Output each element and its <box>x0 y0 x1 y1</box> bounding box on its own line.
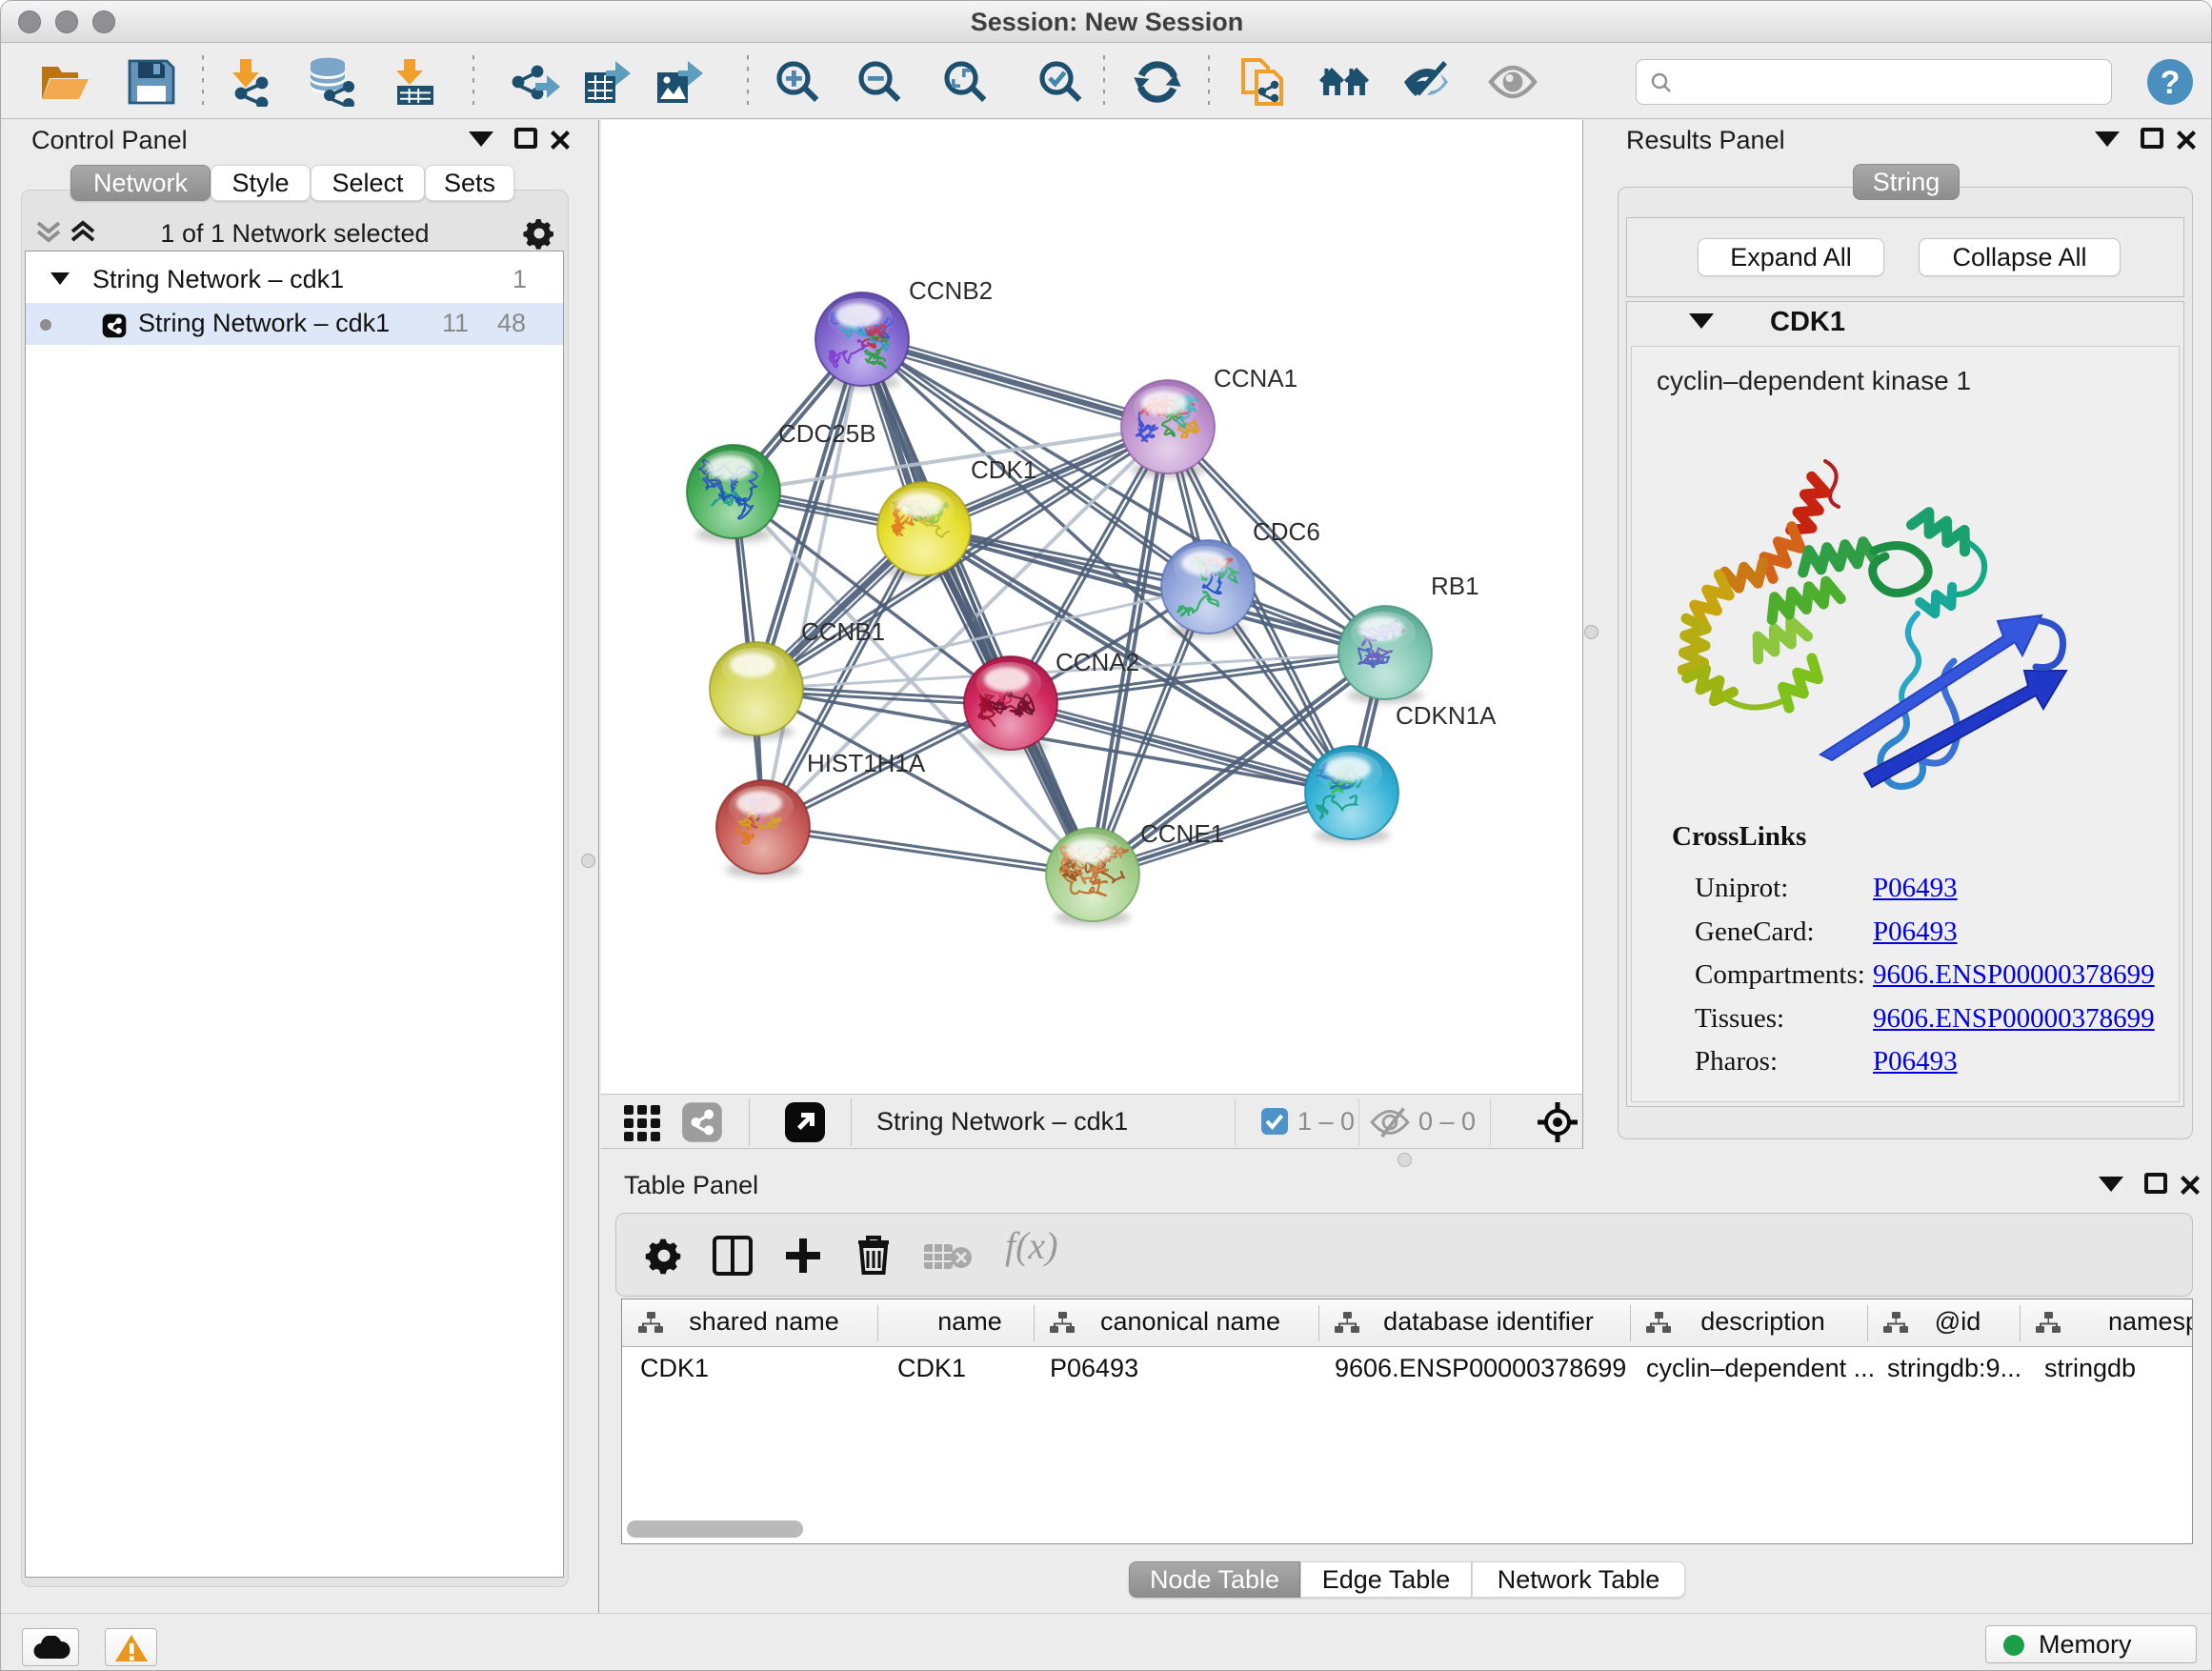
svg-text:RB1: RB1 <box>1431 572 1479 600</box>
svg-text:CDKN1A: CDKN1A <box>1396 701 1497 730</box>
svg-text:CDC25B: CDC25B <box>778 419 876 448</box>
svg-text:CCNB1: CCNB1 <box>801 617 885 646</box>
svg-text:CDK1: CDK1 <box>971 455 1036 484</box>
svg-text:CCNA2: CCNA2 <box>1056 648 1139 676</box>
svg-text:CCNA1: CCNA1 <box>1214 364 1297 393</box>
svg-text:CCNB2: CCNB2 <box>909 276 993 305</box>
svg-text:HIST1H1A: HIST1H1A <box>807 749 926 777</box>
svg-text:?: ? <box>2161 65 2181 101</box>
svg-text:CCNE1: CCNE1 <box>1140 819 1224 848</box>
svg-text:CDC6: CDC6 <box>1253 517 1320 546</box>
